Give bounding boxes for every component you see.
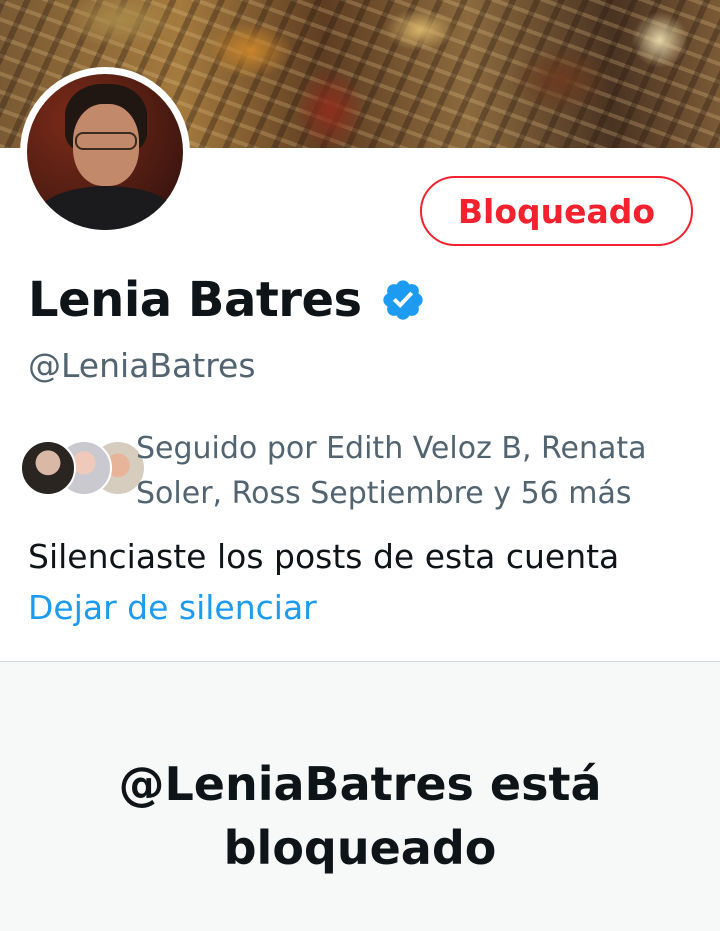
profile-page: Bloqueado Lenia Batres @LeniaBatres Segu…: [0, 0, 720, 931]
followed-by-text: Seguido por Edith Veloz B, Renata Soler,…: [136, 431, 647, 511]
blocked-heading: @LeniaBatres está bloqueado: [118, 757, 602, 875]
profile-avatar[interactable]: [20, 67, 190, 237]
follower-avatars: [20, 440, 146, 496]
avatar-photo: [27, 74, 183, 230]
display-name: Lenia Batres: [28, 272, 362, 328]
followed-by-section[interactable]: Seguido por Edith Veloz B, Renata Soler,…: [20, 426, 710, 516]
profile-name-row: Lenia Batres: [28, 268, 426, 332]
unmute-link[interactable]: Dejar de silenciar: [28, 588, 317, 627]
blocked-button[interactable]: Bloqueado: [420, 176, 693, 246]
profile-handle: @LeniaBatres: [28, 346, 256, 385]
avatar-body-shape: [37, 186, 177, 230]
muted-notice: Silenciaste los posts de esta cuenta: [28, 537, 620, 576]
verified-badge-icon[interactable]: [380, 277, 426, 323]
avatar-glasses-shape: [75, 132, 137, 150]
follower-avatar: [20, 440, 76, 496]
